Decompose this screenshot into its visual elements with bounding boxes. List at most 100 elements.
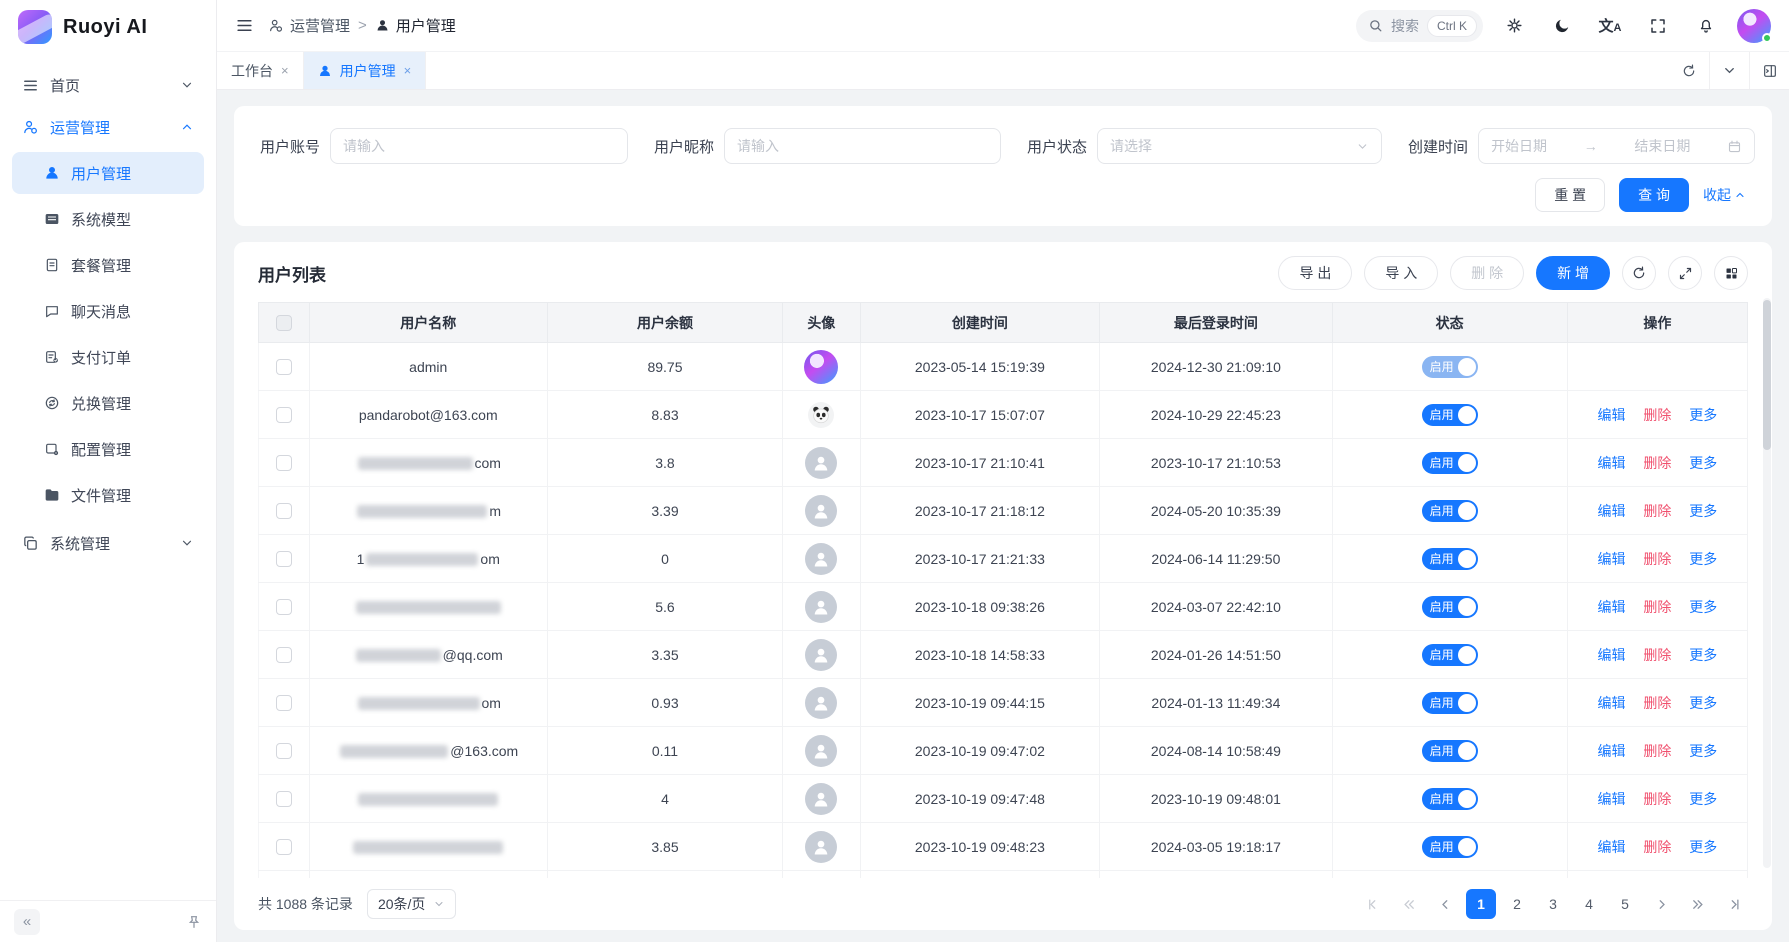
sidebar-item-config-management[interactable]: 配置管理 [12, 428, 204, 470]
sidebar-item-user-management[interactable]: 用户管理 [12, 152, 204, 194]
edit-link[interactable]: 编辑 [1598, 551, 1626, 567]
more-link[interactable]: 更多 [1689, 455, 1717, 471]
edit-link[interactable]: 编辑 [1598, 455, 1626, 471]
settings-button[interactable] [1497, 9, 1531, 43]
tab-options-button[interactable] [1709, 52, 1749, 89]
breadcrumb-operations[interactable]: 运营管理 [268, 15, 350, 36]
next-page-button[interactable] [1646, 889, 1676, 919]
user-avatar[interactable] [805, 495, 837, 527]
more-link[interactable]: 更多 [1689, 551, 1717, 567]
toggle-content-maximize-button[interactable] [1749, 52, 1789, 89]
page-button-3[interactable]: 3 [1538, 889, 1568, 919]
more-link[interactable]: 更多 [1689, 743, 1717, 759]
query-button[interactable]: 查 询 [1619, 178, 1689, 212]
row-checkbox[interactable] [276, 647, 292, 663]
sidebar-item-package-management[interactable]: 套餐管理 [12, 244, 204, 286]
status-toggle[interactable]: 启用 [1422, 452, 1478, 474]
page-button-4[interactable]: 4 [1574, 889, 1604, 919]
status-toggle[interactable]: 启用 [1422, 356, 1478, 378]
user-avatar[interactable] [805, 735, 837, 767]
delete-link[interactable]: 删除 [1643, 455, 1671, 471]
notifications-button[interactable] [1689, 9, 1723, 43]
status-toggle[interactable]: 启用 [1422, 644, 1478, 666]
tab-workbench[interactable]: 工作台 × [217, 52, 304, 89]
sidebar-item-system-management[interactable]: 系统管理 [12, 522, 204, 564]
user-avatar[interactable] [805, 591, 837, 623]
prev-page-button[interactable] [1430, 889, 1460, 919]
add-button[interactable]: 新 增 [1536, 256, 1610, 290]
status-toggle[interactable]: 启用 [1422, 404, 1478, 426]
delete-link[interactable]: 删除 [1643, 551, 1671, 567]
import-button[interactable]: 导 入 [1364, 256, 1438, 290]
edit-link[interactable]: 编辑 [1598, 407, 1626, 423]
user-avatar[interactable] [805, 831, 837, 863]
close-tab-icon[interactable]: × [404, 63, 412, 78]
status-toggle[interactable]: 启用 [1422, 692, 1478, 714]
prev-group-button[interactable] [1394, 889, 1424, 919]
date-range-picker[interactable]: 开始日期 → 结束日期 [1478, 128, 1755, 164]
table-scrollbar[interactable] [1763, 298, 1771, 868]
row-checkbox[interactable] [276, 695, 292, 711]
more-link[interactable]: 更多 [1689, 647, 1717, 663]
status-toggle[interactable]: 启用 [1422, 836, 1478, 858]
user-avatar[interactable] [805, 447, 837, 479]
edit-link[interactable]: 编辑 [1598, 503, 1626, 519]
delete-button[interactable]: 删 除 [1450, 256, 1524, 290]
last-page-button[interactable] [1718, 889, 1748, 919]
delete-link[interactable]: 删除 [1643, 695, 1671, 711]
row-checkbox[interactable] [276, 359, 292, 375]
sidebar-item-operations[interactable]: 运营管理 [12, 106, 204, 148]
row-checkbox[interactable] [276, 503, 292, 519]
user-avatar[interactable] [804, 350, 838, 384]
sidebar-item-home[interactable]: 首页 [12, 64, 204, 106]
edit-link[interactable]: 编辑 [1598, 695, 1626, 711]
row-checkbox[interactable] [276, 599, 292, 615]
page-button-2[interactable]: 2 [1502, 889, 1532, 919]
delete-link[interactable]: 删除 [1643, 599, 1671, 615]
user-avatar[interactable] [808, 402, 834, 428]
sidebar-item-file-management[interactable]: 文件管理 [12, 474, 204, 516]
fullscreen-button[interactable] [1641, 9, 1675, 43]
language-button[interactable]: 文A [1593, 9, 1627, 43]
page-button-1[interactable]: 1 [1466, 889, 1496, 919]
table-fullscreen-button[interactable] [1668, 256, 1702, 290]
user-avatar[interactable] [805, 687, 837, 719]
row-checkbox[interactable] [276, 791, 292, 807]
user-avatar-menu[interactable] [1737, 9, 1771, 43]
breadcrumb-user-management[interactable]: 用户管理 [375, 15, 456, 36]
delete-link[interactable]: 删除 [1643, 791, 1671, 807]
edit-link[interactable]: 编辑 [1598, 647, 1626, 663]
sidebar-item-chat-messages[interactable]: 聊天消息 [12, 290, 204, 332]
user-avatar[interactable] [805, 543, 837, 575]
close-tab-icon[interactable]: × [281, 63, 289, 78]
pin-icon[interactable] [186, 914, 202, 930]
status-toggle[interactable]: 启用 [1422, 548, 1478, 570]
edit-link[interactable]: 编辑 [1598, 743, 1626, 759]
row-checkbox[interactable] [276, 839, 292, 855]
sidebar-collapse-button[interactable]: « [14, 909, 40, 935]
more-link[interactable]: 更多 [1689, 407, 1717, 423]
global-search[interactable]: 搜索 Ctrl K [1356, 10, 1483, 42]
status-select[interactable]: 请选择 [1097, 128, 1382, 164]
row-checkbox[interactable] [276, 551, 292, 567]
delete-link[interactable]: 删除 [1643, 839, 1671, 855]
tab-user-management[interactable]: 用户管理 × [304, 52, 427, 89]
status-toggle[interactable]: 启用 [1422, 500, 1478, 522]
scrollbar-thumb[interactable] [1763, 300, 1771, 450]
page-size-select[interactable]: 20条/页 [367, 889, 456, 919]
collapse-filter-link[interactable]: 收起 [1703, 185, 1746, 205]
more-link[interactable]: 更多 [1689, 599, 1717, 615]
delete-link[interactable]: 删除 [1643, 503, 1671, 519]
row-checkbox[interactable] [276, 455, 292, 471]
next-group-button[interactable] [1682, 889, 1712, 919]
edit-link[interactable]: 编辑 [1598, 839, 1626, 855]
status-toggle[interactable]: 启用 [1422, 788, 1478, 810]
user-avatar[interactable] [805, 783, 837, 815]
more-link[interactable]: 更多 [1689, 503, 1717, 519]
edit-link[interactable]: 编辑 [1598, 791, 1626, 807]
sidebar-item-payment-orders[interactable]: 支付订单 [12, 336, 204, 378]
sidebar-item-system-model[interactable]: 系统模型 [12, 198, 204, 240]
page-button-5[interactable]: 5 [1610, 889, 1640, 919]
row-checkbox[interactable] [276, 407, 292, 423]
refresh-tab-button[interactable] [1669, 52, 1709, 89]
